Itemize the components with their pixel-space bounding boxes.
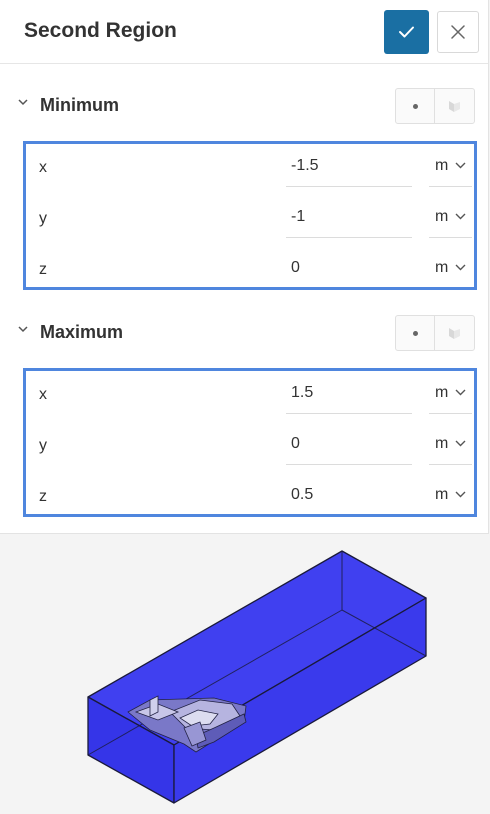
3d-viewport[interactable]: [0, 534, 490, 809]
point-icon: [413, 104, 418, 109]
chevron-down-icon: [18, 99, 28, 106]
minimum-x-input[interactable]: -1.5: [286, 146, 412, 187]
unit-value: m: [435, 435, 449, 452]
maximum-y-input[interactable]: 0: [286, 424, 412, 465]
point-icon: [413, 331, 418, 336]
chevron-down-icon: [455, 213, 466, 220]
panel-title: Second Region: [24, 19, 177, 42]
maximum-y-row: y 0 m: [26, 424, 474, 474]
minimum-z-input[interactable]: 0: [286, 248, 412, 288]
maximum-y-unit-select[interactable]: m: [429, 424, 472, 465]
axis-label: z: [39, 488, 47, 505]
point-mode-button[interactable]: [396, 316, 435, 350]
minimum-y-input[interactable]: -1: [286, 197, 412, 238]
minimum-z-row: z 0 m: [26, 248, 474, 298]
maximum-section-header[interactable]: Maximum: [0, 313, 488, 353]
face-mode-button[interactable]: [435, 316, 474, 350]
minimum-title: Minimum: [40, 95, 119, 115]
input-value: 1.5: [291, 384, 314, 401]
axis-label: y: [39, 437, 47, 454]
axis-label: x: [39, 159, 47, 176]
chevron-down-icon: [455, 162, 466, 169]
unit-value: m: [435, 157, 449, 174]
unit-value: m: [435, 384, 449, 401]
face-select-icon: [449, 328, 460, 339]
chevron-down-icon: [455, 491, 466, 498]
close-button[interactable]: [437, 11, 479, 53]
minimum-y-row: y -1 m: [26, 197, 474, 247]
minimum-y-unit-select[interactable]: m: [429, 197, 472, 238]
unit-value: m: [435, 208, 449, 225]
minimum-mode-toggle: [395, 88, 475, 124]
panel-header: Second Region: [0, 0, 488, 64]
input-value: -1: [291, 208, 306, 225]
minimum-fields-box: x -1.5 m y -1 m z 0 m: [23, 141, 477, 290]
chevron-down-icon: [455, 389, 466, 396]
chevron-down-icon: [455, 264, 466, 271]
unit-value: m: [435, 486, 449, 503]
maximum-x-input[interactable]: 1.5: [286, 373, 412, 414]
chevron-down-icon: [18, 326, 28, 333]
maximum-x-unit-select[interactable]: m: [429, 373, 472, 414]
region-box-render: [87, 550, 427, 804]
check-icon: [399, 26, 414, 38]
minimum-x-row: x -1.5 m: [26, 146, 474, 196]
maximum-fields-box: x 1.5 m y 0 m z 0.5 m: [23, 368, 477, 517]
minimum-x-unit-select[interactable]: m: [429, 146, 472, 187]
maximum-mode-toggle: [395, 315, 475, 351]
maximum-x-row: x 1.5 m: [26, 373, 474, 423]
unit-value: m: [435, 259, 449, 276]
chevron-down-icon: [455, 440, 466, 447]
face-select-icon: [449, 101, 460, 112]
face-mode-button[interactable]: [435, 89, 474, 123]
maximum-z-row: z 0.5 m: [26, 475, 474, 525]
input-value: 0: [291, 259, 300, 276]
maximum-z-input[interactable]: 0.5: [286, 475, 412, 515]
axis-label: y: [39, 210, 47, 227]
region-panel: Second Region Minimum x -1.5 m y -1 m z …: [0, 0, 489, 534]
input-value: 0.5: [291, 486, 314, 503]
point-mode-button[interactable]: [396, 89, 435, 123]
axis-label: x: [39, 386, 47, 403]
minimum-z-unit-select[interactable]: m: [429, 248, 472, 288]
input-value: 0: [291, 435, 300, 452]
minimum-section-header[interactable]: Minimum: [0, 86, 488, 126]
axis-label: z: [39, 261, 47, 278]
close-icon: [451, 25, 465, 39]
maximum-z-unit-select[interactable]: m: [429, 475, 472, 515]
maximum-title: Maximum: [40, 322, 124, 342]
input-value: -1.5: [291, 157, 319, 174]
confirm-button[interactable]: [384, 10, 429, 54]
